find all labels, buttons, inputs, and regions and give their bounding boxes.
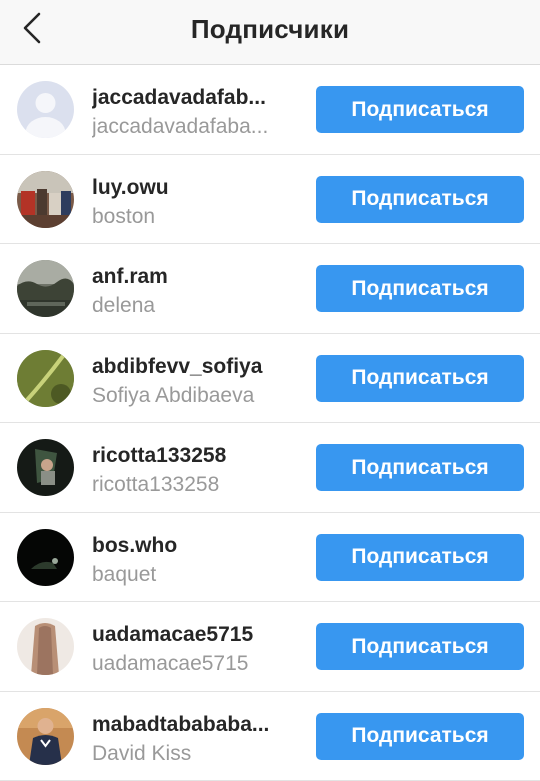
username[interactable]: mabadtabababa... (92, 713, 302, 737)
full-name: Sofiya Abdibaeva (92, 383, 255, 407)
username[interactable]: abdibfevv_sofiya (92, 355, 302, 379)
avatar[interactable] (17, 707, 74, 765)
username[interactable]: uadamacae5715 (92, 623, 302, 647)
full-name: baquet (92, 562, 157, 586)
top-navigation-bar: Подписчики (0, 0, 540, 65)
full-name: uadamacae5715 (92, 652, 249, 675)
full-name: ricotta133258 (92, 473, 220, 496)
photo-avatar-image (17, 349, 74, 407)
avatar[interactable] (17, 618, 74, 675)
photo-avatar-image (17, 707, 74, 765)
follow-button[interactable]: Подписаться (316, 444, 524, 491)
avatar[interactable] (17, 260, 74, 317)
username[interactable]: luy.owu (92, 176, 302, 200)
username[interactable]: bos.who (92, 534, 302, 558)
photo-avatar-image (17, 618, 74, 675)
username[interactable]: anf.ram (92, 265, 302, 289)
list-item[interactable]: abdibfevv_sofiya Sofiya Abdibaeva Подпис… (0, 334, 540, 423)
photo-avatar-image (17, 528, 74, 586)
full-name: boston (92, 204, 156, 228)
page-title: Подписчики (190, 14, 350, 44)
avatar[interactable] (17, 349, 74, 407)
list-item[interactable]: luy.owu boston Подписаться (0, 155, 540, 244)
list-item[interactable]: ricotta133258 ricotta133258 Подписаться (0, 423, 540, 513)
follow-button[interactable]: Подписаться (316, 175, 524, 223)
list-item[interactable]: bos.who baquet Подписаться (0, 513, 540, 602)
avatar[interactable] (17, 439, 74, 496)
default-avatar-icon (17, 81, 74, 138)
follow-button[interactable]: Подписаться (316, 265, 524, 312)
full-name: delena (92, 294, 156, 317)
username[interactable]: jaccadavadafab... (92, 86, 302, 110)
list-item[interactable]: uadamacae5715 uadamacae5715 Подписаться (0, 602, 540, 692)
list-item[interactable]: jaccadavadafab... jaccadavadafaba... Под… (0, 65, 540, 155)
list-item[interactable]: mabadtabababa... David Kiss Подписаться (0, 692, 540, 781)
list-item[interactable]: anf.ram delena Подписаться (0, 244, 540, 334)
avatar[interactable] (17, 81, 74, 138)
follow-button[interactable]: Подписаться (316, 354, 524, 402)
photo-avatar-image (17, 260, 74, 317)
username[interactable]: ricotta133258 (92, 444, 302, 468)
photo-avatar-image (17, 170, 74, 228)
avatar[interactable] (17, 528, 74, 586)
follow-button[interactable]: Подписаться (316, 533, 524, 581)
avatar[interactable] (17, 170, 74, 228)
full-name: jaccadavadafaba... (92, 115, 269, 138)
photo-avatar-image (17, 439, 74, 496)
follow-button[interactable]: Подписаться (316, 712, 524, 760)
follow-button[interactable]: Подписаться (316, 86, 524, 133)
followers-list: jaccadavadafab... jaccadavadafaba... Под… (0, 65, 540, 781)
full-name: David Kiss (92, 741, 192, 765)
follow-button[interactable]: Подписаться (316, 623, 524, 670)
